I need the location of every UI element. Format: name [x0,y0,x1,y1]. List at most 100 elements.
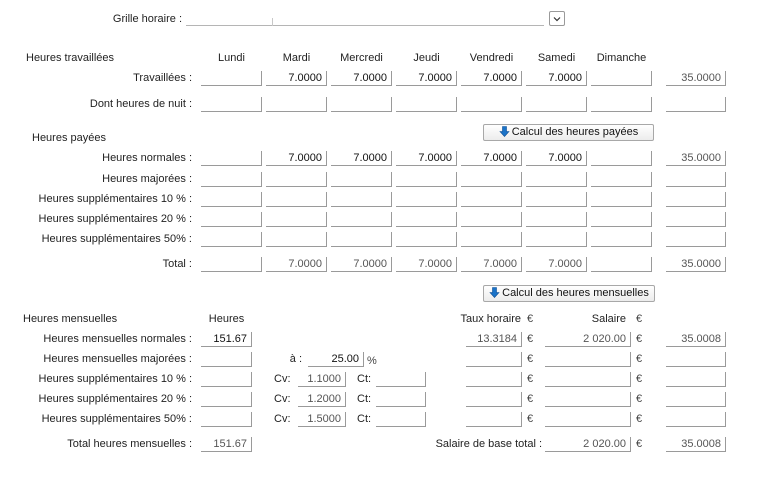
travaillees-row-label: Dont heures de nuit : [89,98,192,110]
payees-day-field[interactable] [591,172,652,187]
salaire-field[interactable] [545,372,631,387]
payees-day-field[interactable] [331,232,392,247]
payees-day-field[interactable] [266,232,327,247]
col-salaire-header: Salaire [591,313,626,325]
taux-horaire-field[interactable]: 13.3184 [466,332,522,347]
payees-day-field[interactable]: 7.0000 [331,151,392,166]
mensuelles-total-field [666,392,726,407]
payees-day-field[interactable]: 7.0000 [461,151,522,166]
cv-field[interactable]: 1.5000 [298,412,346,427]
payees-day-field[interactable] [201,192,262,207]
payees-day-field[interactable] [201,212,262,227]
currency-euro: € [636,313,643,325]
payees-day-field[interactable] [526,172,587,187]
travaillees-day-field[interactable]: 7.0000 [331,71,392,86]
travaillees-day-field[interactable] [266,97,327,112]
travaillees-day-field[interactable] [591,71,652,86]
taux-horaire-field[interactable] [466,412,522,427]
travaillees-day-field[interactable] [396,97,457,112]
salaire-field[interactable] [545,352,631,367]
grille-horaire-select[interactable] [186,25,544,26]
payees-day-field[interactable] [396,232,457,247]
payees-day-field[interactable] [331,172,392,187]
currency-euro: € [636,333,643,345]
payees-total-day-field: 7.0000 [266,257,327,272]
travaillees-day-field[interactable]: 7.0000 [266,71,327,86]
mensuelles-total-field: 35.0008 [666,332,726,347]
majoration-percent-field[interactable]: 25.00 [308,352,364,367]
payees-day-field[interactable] [201,232,262,247]
cv-label: Cv: [274,393,291,405]
taux-horaire-field[interactable] [466,372,522,387]
cv-field[interactable]: 1.2000 [298,392,346,407]
salaire-field[interactable]: 2 020.00 [545,332,631,347]
cv-label: Cv: [274,373,291,385]
payees-day-field[interactable] [396,212,457,227]
calcul-heures-mensuelles-label: Calcul des heures mensuelles [502,287,649,299]
total-heures-mensuelles-field: 151.67 [201,437,252,452]
heures-travaillees-title: Heures travaillées [26,52,115,64]
payees-day-field[interactable] [266,212,327,227]
chevron-down-icon [553,17,561,22]
grille-horaire-dropdown-button[interactable] [549,11,565,26]
payees-day-field[interactable] [461,212,522,227]
payees-day-field[interactable] [331,192,392,207]
travaillees-day-field[interactable]: 7.0000 [396,71,457,86]
payees-day-field[interactable] [266,192,327,207]
currency-euro: € [636,393,643,405]
salaire-base-total-label: Salaire de base total : [435,438,542,450]
salaire-field[interactable] [545,392,631,407]
mensuelles-heures-field[interactable] [201,352,252,367]
cv-field[interactable]: 1.1000 [298,372,346,387]
payees-day-field[interactable] [526,212,587,227]
taux-horaire-field[interactable] [466,392,522,407]
payees-total-field [666,212,726,227]
arrow-down-icon [499,126,510,137]
payees-day-field[interactable] [461,192,522,207]
payees-day-field[interactable] [201,172,262,187]
travaillees-day-field[interactable] [526,97,587,112]
mensuelles-heures-field[interactable]: 151.67 [201,332,252,347]
payees-day-field[interactable] [591,212,652,227]
payees-day-field[interactable] [201,151,262,166]
payees-total-field [666,172,726,187]
payees-day-field[interactable] [331,212,392,227]
ct-field[interactable] [376,392,426,407]
payees-day-field[interactable]: 7.0000 [526,151,587,166]
currency-euro: € [527,373,534,385]
ct-field[interactable] [376,412,426,427]
taux-horaire-field[interactable] [466,352,522,367]
payees-day-field[interactable] [396,192,457,207]
payees-day-field[interactable] [396,172,457,187]
travaillees-day-field[interactable] [591,97,652,112]
ct-field[interactable] [376,372,426,387]
currency-euro: € [527,353,534,365]
travaillees-day-field[interactable] [461,97,522,112]
payees-day-field[interactable]: 7.0000 [266,151,327,166]
mensuelles-row-label: Heures mensuelles majorées : [43,353,192,365]
payees-day-field[interactable] [266,172,327,187]
ct-label: Ct: [357,413,372,425]
payees-day-field[interactable] [591,232,652,247]
payees-day-field[interactable] [591,192,652,207]
payees-row-label: Heures supplémentaires 10 % : [38,193,192,205]
travaillees-day-field[interactable] [201,71,262,86]
mensuelles-heures-field[interactable] [201,372,252,387]
calcul-heures-payees-button[interactable]: Calcul des heures payées [483,124,654,141]
mensuelles-total-field [666,412,726,427]
payees-day-field[interactable]: 7.0000 [396,151,457,166]
travaillees-day-field[interactable] [331,97,392,112]
travaillees-day-field[interactable]: 7.0000 [526,71,587,86]
payees-day-field[interactable] [526,192,587,207]
payees-day-field[interactable] [461,172,522,187]
travaillees-day-field[interactable]: 7.0000 [461,71,522,86]
travaillees-day-field[interactable] [201,97,262,112]
currency-euro: € [636,353,643,365]
salaire-field[interactable] [545,412,631,427]
payees-day-field[interactable] [461,232,522,247]
payees-day-field[interactable] [591,151,652,166]
mensuelles-heures-field[interactable] [201,412,252,427]
mensuelles-heures-field[interactable] [201,392,252,407]
payees-day-field[interactable] [526,232,587,247]
calcul-heures-mensuelles-button[interactable]: Calcul des heures mensuelles [483,285,655,302]
